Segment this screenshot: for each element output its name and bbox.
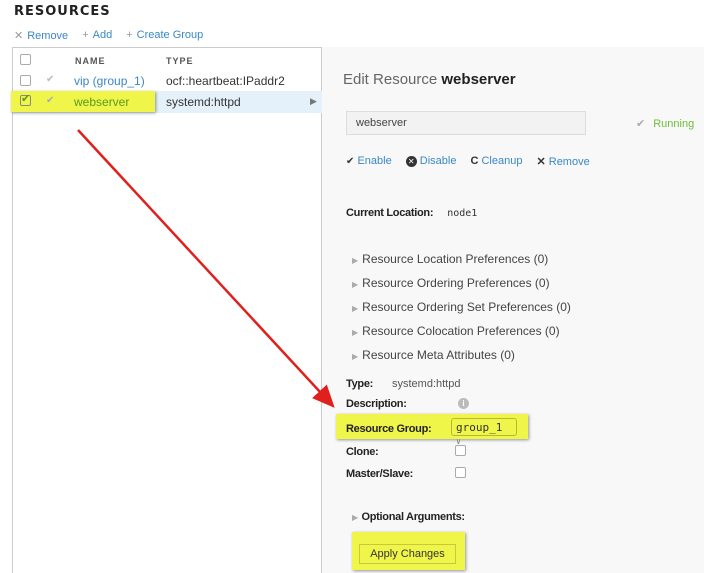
annotation-arrow [77,129,335,408]
